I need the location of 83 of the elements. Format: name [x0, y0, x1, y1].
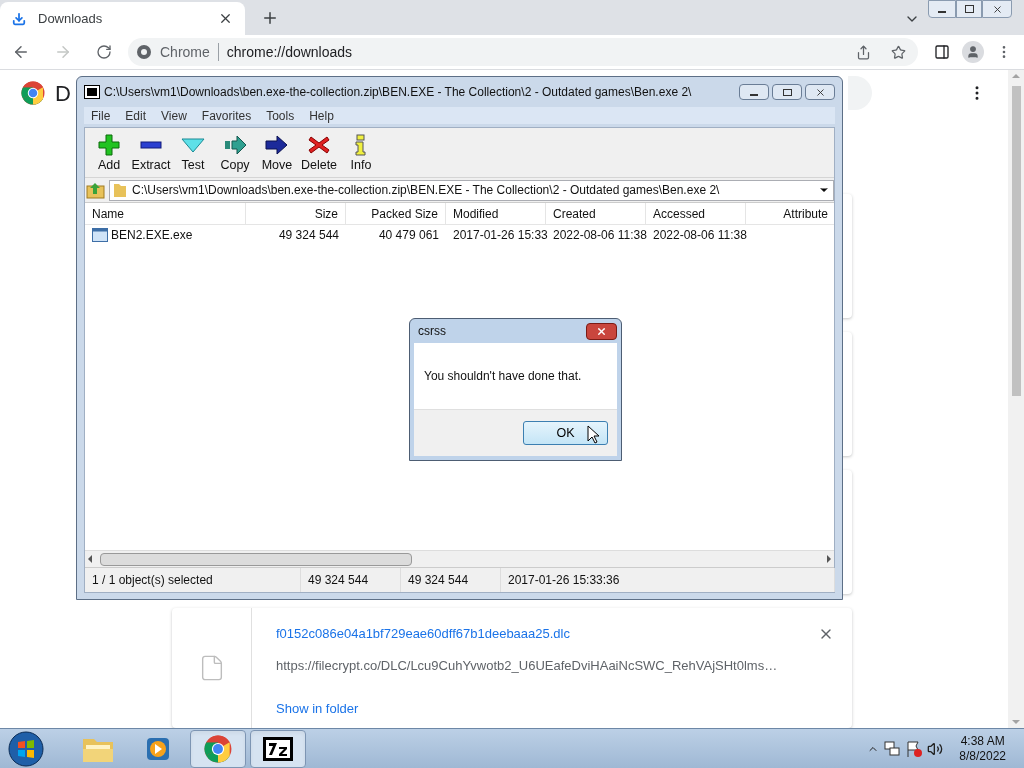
url-text: chrome://downloads: [226, 42, 354, 62]
reload-icon[interactable]: [96, 44, 112, 60]
start-button[interactable]: [6, 729, 46, 768]
toolbar-button[interactable]: Move: [256, 133, 298, 172]
cursor-icon: [587, 425, 599, 444]
play-icon: [145, 735, 171, 762]
tab-title: Downloads: [38, 9, 104, 28]
toolbar-button[interactable]: Info: [340, 133, 382, 172]
profile-avatar[interactable]: [962, 41, 984, 63]
ok-button[interactable]: OK: [523, 421, 608, 445]
path-field[interactable]: C:\Users\vm1\Downloads\ben.exe-the-collection.zip\BEN.EXE - The Collection\2 - Outdated games\Ben.exe 2\: [109, 179, 834, 201]
scrollbar[interactable]: [1008, 70, 1024, 728]
horizontal-scrollbar[interactable]: [85, 550, 834, 567]
minimize-button[interactable]: [928, 0, 956, 18]
source-url: https://filecrypt.co/DLC/Lcu9CuhYvwotb2_U6UEafeDviHAaiNcSWC_RehVAjSHt0lms…: [276, 656, 779, 675]
column-header[interactable]: Name: [85, 203, 246, 224]
maximize-button[interactable]: [772, 84, 802, 100]
status-text: 2017-01-26 15:33:36: [508, 572, 620, 589]
menu-item[interactable]: Tools: [266, 106, 295, 125]
window-title: C:\Users\vm1\Downloads\ben.exe-the-collection.zip\BEN.EXE - The Collection\2 - Outdated games\Ben.exe 2\: [104, 84, 693, 101]
address-bar[interactable]: Chrome chrome://downloads: [128, 38, 918, 66]
toolbar-button[interactable]: Test: [172, 133, 214, 172]
chrome-icon: [136, 44, 152, 60]
plus-icon: [97, 133, 121, 156]
table-cell-text: 2022-08-06 11:38: [553, 227, 647, 244]
close-icon: [991, 3, 1003, 15]
toolbar-button[interactable]: Copy: [214, 133, 256, 172]
menu-item[interactable]: Edit: [125, 106, 147, 125]
minimize-button[interactable]: [739, 84, 769, 100]
download-icon: [12, 11, 26, 26]
status-text: 49 324 544: [308, 572, 369, 589]
column-header[interactable]: Created: [546, 203, 646, 224]
arrow-icon: [223, 133, 247, 156]
new-tab-icon[interactable]: [261, 9, 279, 27]
column-header[interactable]: Accessed: [646, 203, 746, 224]
table-cell-text: BEN2.EXE.exe: [111, 227, 193, 244]
taskbar-button[interactable]: [250, 729, 306, 768]
table-cell-text: 40 479 061: [378, 227, 439, 244]
toolbar-button[interactable]: Delete: [298, 133, 340, 172]
menu-item[interactable]: Favorites: [201, 106, 252, 125]
close-icon: [814, 86, 826, 98]
up-folder-icon[interactable]: [85, 180, 107, 200]
close-icon[interactable]: [218, 11, 233, 26]
volume-icon[interactable]: [927, 740, 944, 757]
restore-button[interactable]: [956, 0, 982, 18]
archive-app-icon: [262, 735, 294, 762]
column-header[interactable]: Attribute: [746, 203, 834, 224]
show-in-folder-link[interactable]: Show in folder: [276, 699, 834, 719]
page-heading: D: [55, 79, 71, 108]
file-link[interactable]: f0152c086e04a1bf729eae60dff67b1deebaaa25.dlc: [276, 624, 818, 644]
toolbar-button[interactable]: Extract: [130, 133, 172, 172]
star-icon[interactable]: [891, 44, 906, 60]
dialog-title: csrss: [418, 323, 446, 340]
menu-item[interactable]: Help: [309, 106, 334, 125]
app-icon: [84, 85, 100, 99]
dialog-message: You shouldn't have done that.: [424, 368, 582, 385]
table-cell-text: 2017-01-26 15:33: [453, 227, 548, 244]
network-icon[interactable]: [883, 739, 902, 758]
path-text: C:\Users\vm1\Downloads\ben.exe-the-collection.zip\BEN.EXE - The Collection\2 - Outdated games\Ben.exe 2\: [132, 182, 721, 199]
exe-file-icon: [92, 228, 108, 242]
folder-icon: [113, 182, 127, 198]
close-button[interactable]: [586, 322, 617, 340]
status-text: 49 324 544: [408, 572, 469, 589]
browser-tab[interactable]: Downloads: [0, 2, 245, 35]
flag-icon[interactable]: [905, 739, 924, 758]
clock[interactable]: 4:38 AM 8/8/2022: [947, 733, 1018, 764]
menu-item[interactable]: View: [161, 106, 187, 125]
site-label: Chrome: [160, 42, 210, 62]
share-icon[interactable]: [856, 44, 871, 60]
table-cell-text: 49 324 544: [278, 227, 339, 244]
close-icon: [596, 325, 607, 337]
column-header[interactable]: Packed Size: [346, 203, 446, 224]
back-icon[interactable]: [12, 43, 30, 61]
menu-item[interactable]: File: [91, 106, 111, 125]
column-header[interactable]: Size: [246, 203, 346, 224]
arrow-icon: [265, 133, 289, 156]
status-text: 1 / 1 object(s) selected: [92, 572, 213, 589]
table-cell-text: 2022-08-06 11:38: [653, 227, 747, 244]
chrome-icon: [204, 734, 232, 763]
side-panel-icon[interactable]: [934, 44, 950, 60]
column-header[interactable]: Modified: [446, 203, 546, 224]
chrome-logo: [21, 81, 45, 105]
toolbar-button[interactable]: Add: [88, 133, 130, 172]
